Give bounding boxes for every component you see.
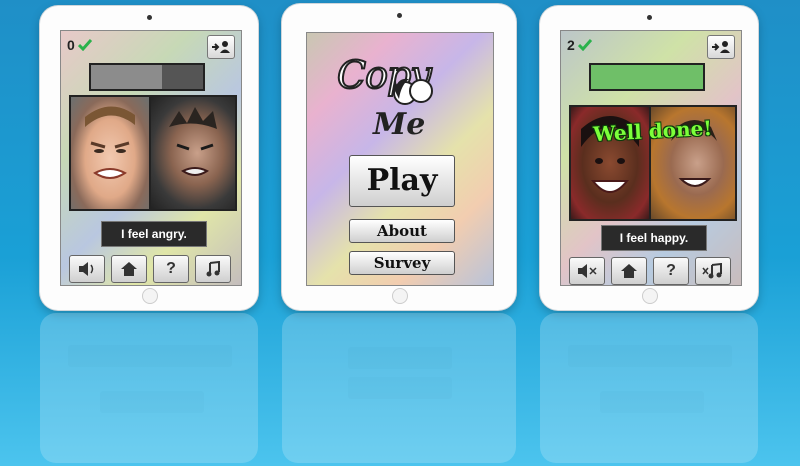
right-tablet: 2 Well done! I feel happy. ? [540,6,758,310]
bottom-toolbar: ? [569,257,731,285]
right-reflection [540,313,758,463]
play-button[interactable]: Play [349,155,455,207]
feeling-caption: I feel happy. [601,225,707,251]
left-tablet: 0 I feel angry. ? [40,6,258,310]
logo-me-text: Me [373,107,426,142]
sound-button[interactable] [69,255,105,283]
question-icon: ? [666,262,676,279]
checkmark-icon [577,39,592,51]
home-button[interactable] [611,257,647,285]
progress-fill [91,65,162,89]
question-icon: ? [166,260,176,277]
reflection-caption [600,391,704,413]
survey-button[interactable]: Survey [349,251,455,275]
center-reflection [282,313,516,463]
reflection-caption [100,391,204,413]
home-icon [621,264,637,278]
reflection-toolbar [568,345,732,367]
camera-dot [396,13,402,18]
switch-player-button[interactable] [707,35,735,59]
home-icon [121,262,137,276]
help-button[interactable]: ? [153,255,189,283]
about-button[interactable]: About [349,219,455,243]
feeling-caption: I feel angry. [101,221,207,247]
floor-reflection [0,309,800,466]
left-reflection [40,313,258,463]
face-angry-icon [169,107,217,176]
help-button[interactable]: ? [653,257,689,285]
man-angry-photo [149,95,237,211]
home-hardware-button[interactable] [142,288,158,304]
camera-dot [146,15,152,20]
face-angry-icon [85,106,135,179]
speaker-icon [79,262,94,276]
checkmark-icon [77,39,92,51]
progress-bar [589,63,705,91]
music-button[interactable] [695,257,731,285]
music-button[interactable] [195,255,231,283]
score-display: 2 [567,37,592,53]
child-angry-photo [69,95,151,211]
center-tablet: Copy Me Play About Survey [282,4,516,310]
score-value: 2 [567,37,575,53]
home-button[interactable] [111,255,147,283]
center-screen: Copy Me Play About Survey [306,32,494,286]
progress-fill [591,65,703,89]
reflection-toolbar [68,345,232,367]
camera-dot [646,15,652,20]
bottom-toolbar: ? [69,255,231,283]
home-hardware-button[interactable] [392,288,408,304]
right-screen: 2 Well done! I feel happy. ? [560,30,742,286]
left-screen: 0 I feel angry. ? [60,30,242,286]
music-note-icon [206,261,220,277]
user-swap-icon [712,41,730,53]
music-muted-icon [702,263,722,279]
score-display: 0 [67,37,92,53]
reflection-about [348,377,452,399]
home-hardware-button[interactable] [642,288,658,304]
reflection-survey [348,347,452,369]
speaker-muted-icon [578,264,597,278]
switch-player-button[interactable] [207,35,235,59]
score-value: 0 [67,37,75,53]
progress-bar [89,63,205,91]
user-swap-icon [212,41,230,53]
sound-button[interactable] [569,257,605,285]
